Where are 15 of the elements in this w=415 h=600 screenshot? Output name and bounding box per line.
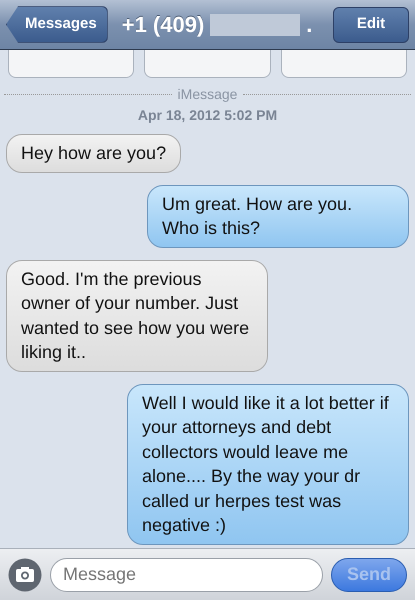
- contact-action-button[interactable]: [280, 50, 407, 78]
- back-button[interactable]: Messages: [6, 6, 108, 43]
- camera-icon[interactable]: [8, 558, 42, 592]
- sent-message: Well I would like it a lot better if your attorneys and debt collectors would leave me alone.... By the way your dr called ur herpes test was negative :): [127, 384, 409, 544]
- timestamp: Apr 18, 2012 5:02 PM: [138, 107, 278, 123]
- received-message: Hey how are you?: [6, 134, 182, 172]
- contact-action-button[interactable]: [8, 50, 134, 78]
- message-field[interactable]: Message: [50, 558, 323, 592]
- received-message: Good. I'm the previous owner of your number. Just wanted to see how you were liking it..: [6, 260, 268, 372]
- title-end: .: [306, 11, 312, 39]
- window-title: +1 (409): [122, 11, 204, 39]
- sent-message: Um great. How are you. Who is this?: [147, 184, 409, 248]
- edit-button[interactable]: Edit: [333, 6, 409, 42]
- contact-action-button[interactable]: [144, 50, 271, 78]
- service-label: iMessage: [178, 85, 238, 104]
